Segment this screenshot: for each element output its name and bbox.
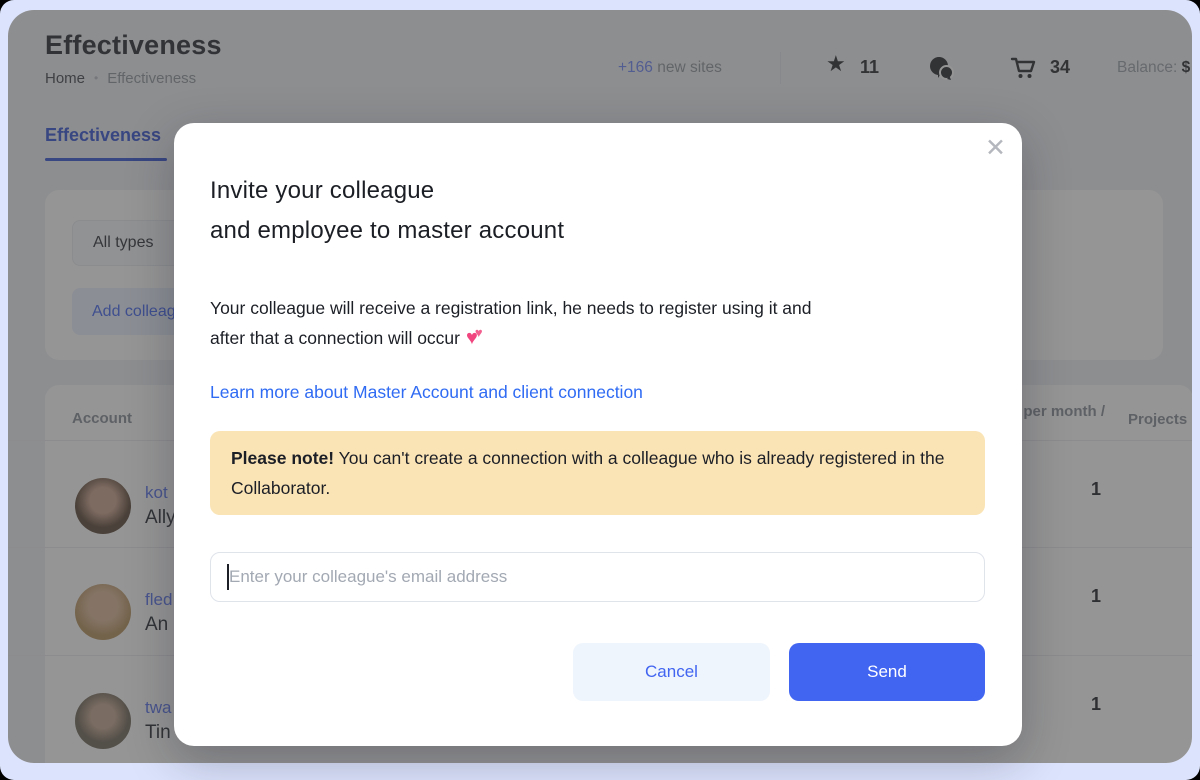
note-bold: Please note! (231, 448, 335, 468)
email-input[interactable] (210, 552, 985, 602)
email-field-wrap (210, 552, 985, 602)
browser-frame: Effectiveness Home•Effectiveness +166 ne… (0, 0, 1200, 780)
invite-colleague-modal: ✕ Invite your colleague and employee to … (174, 123, 1022, 746)
modal-description: Your colleague will receive a registrati… (210, 293, 985, 355)
modal-title-line1: Invite your colleague (210, 177, 435, 204)
text-caret (227, 564, 229, 590)
description-line2: after that a connection will occur ♥♥ (210, 323, 985, 355)
note-box: Please note! You can't create a connecti… (210, 431, 985, 515)
send-button[interactable]: Send (789, 643, 985, 701)
revolving-hearts-emoji: ♥♥ (466, 325, 483, 349)
description-line1: Your colleague will receive a registrati… (210, 298, 812, 318)
modal-title-line2: and employee to master account (210, 217, 565, 244)
modal-actions: Cancel Send (210, 643, 985, 701)
cancel-button[interactable]: Cancel (573, 643, 770, 701)
modal-title: Invite your colleague and employee to ma… (210, 171, 985, 251)
learn-more-link[interactable]: Learn more about Master Account and clie… (210, 377, 985, 407)
note-text: You can't create a connection with a col… (231, 448, 945, 498)
close-icon[interactable]: ✕ (985, 131, 1006, 166)
